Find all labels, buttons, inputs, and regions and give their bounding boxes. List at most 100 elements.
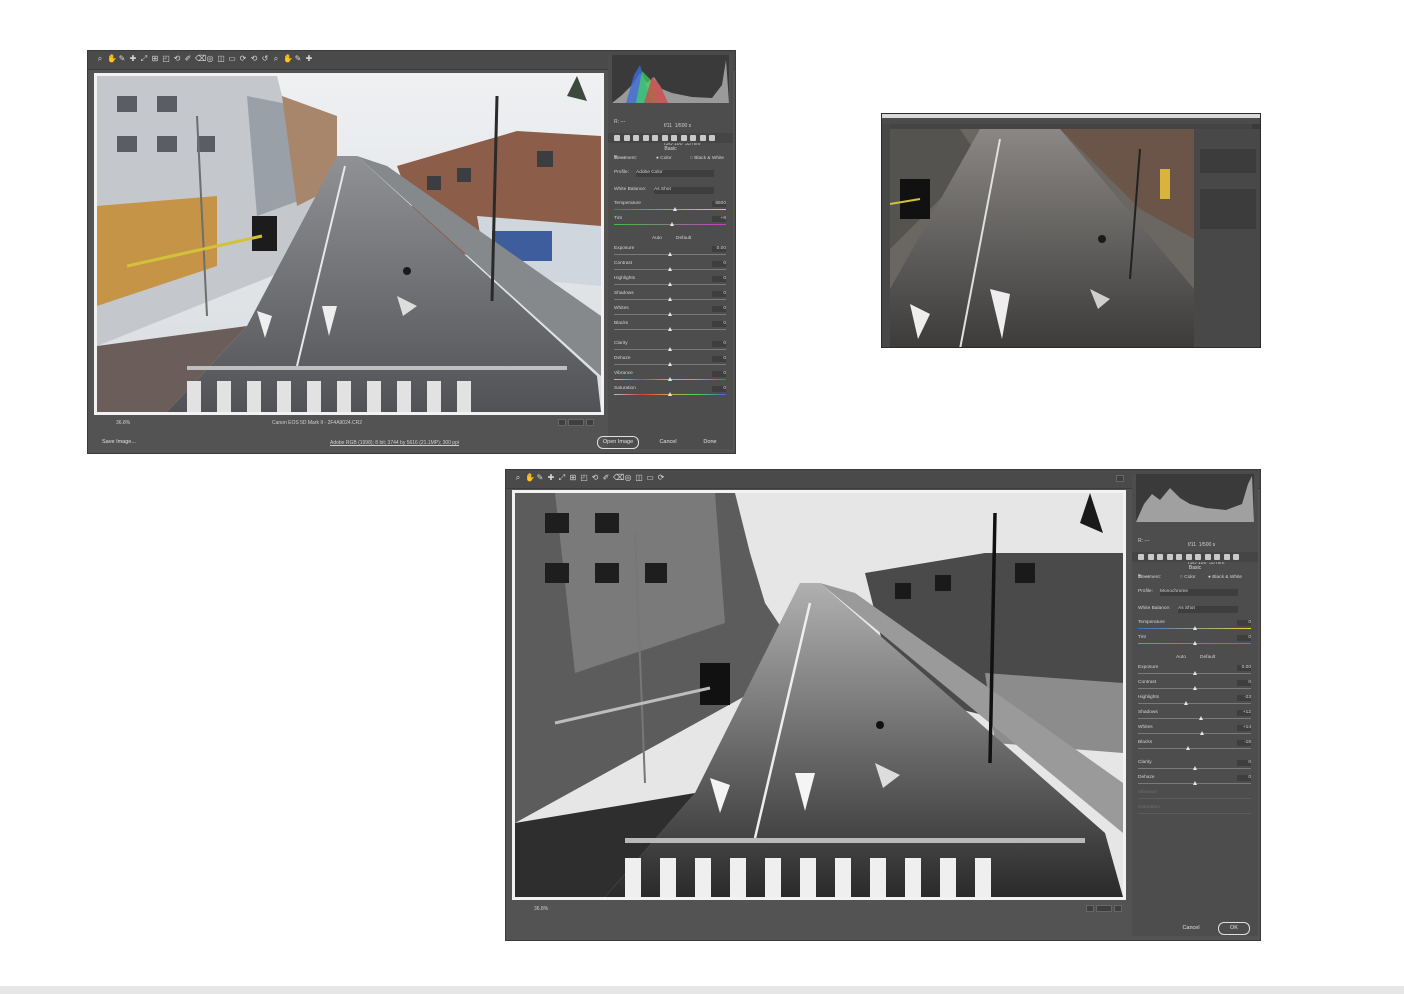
zoom-level[interactable]: 36.8%: [116, 420, 130, 426]
panel-tab-icon[interactable]: [1204, 554, 1211, 560]
view-toggle-icon[interactable]: [558, 419, 566, 426]
tool-icon[interactable]: ✚: [129, 55, 137, 63]
tool-icon[interactable]: ◫: [217, 55, 225, 63]
slider-value-field[interactable]: 0: [1237, 620, 1251, 626]
slider-handle[interactable]: [670, 222, 675, 226]
slider-handle[interactable]: [668, 362, 672, 366]
panel-tab-icon[interactable]: [709, 135, 715, 141]
tool-icon[interactable]: ✐: [602, 474, 610, 482]
slider-handle[interactable]: [1183, 701, 1188, 705]
slider-handle[interactable]: [668, 312, 672, 316]
treatment-color-radio[interactable]: ○ Color: [1180, 575, 1196, 580]
panel-tab-icon[interactable]: [1214, 554, 1220, 560]
tool-icon[interactable]: ◰: [162, 55, 170, 63]
slider-blacks[interactable]: Blacks 0: [614, 321, 726, 335]
profile-select[interactable]: Monochrome: [1160, 589, 1238, 596]
slider-shadows[interactable]: Shadows +12: [1138, 710, 1251, 724]
tool-icon[interactable]: ⌕: [514, 474, 522, 482]
tool-icon[interactable]: ↺: [261, 55, 269, 63]
tool-icon[interactable]: ⌫: [613, 474, 624, 482]
slider-contrast[interactable]: Contrast 0: [614, 261, 726, 275]
tool-icon[interactable]: ⟲: [250, 55, 258, 63]
slider-value-field[interactable]: 0: [712, 291, 726, 297]
tool-icon[interactable]: ⤢: [140, 55, 148, 63]
slider-clarity[interactable]: Clarity 0: [1138, 760, 1251, 774]
panel-tab-icon[interactable]: [680, 135, 687, 141]
white-balance-select[interactable]: As Shot: [1178, 606, 1238, 613]
compare-icon[interactable]: [568, 419, 584, 426]
auto-button[interactable]: Auto: [652, 236, 662, 241]
panel-tab-icon[interactable]: [671, 135, 677, 141]
tool-icon[interactable]: ▭: [228, 55, 236, 63]
slider-value-field[interactable]: -23: [1237, 695, 1251, 701]
slider-handle[interactable]: [1192, 766, 1197, 770]
slider-temperature[interactable]: Temperature 0: [1138, 620, 1251, 634]
slider-highlights[interactable]: Highlights 0: [614, 276, 726, 290]
profile-select[interactable]: Adobe Color: [636, 170, 714, 177]
slider-value-field[interactable]: 0: [712, 386, 726, 392]
tool-icon[interactable]: ⟲: [591, 474, 599, 482]
slider-value-field[interactable]: 0: [712, 276, 726, 282]
tool-icon[interactable]: ✎: [118, 55, 126, 63]
slider-value-field[interactable]: 0: [712, 371, 726, 377]
tool-icon[interactable]: ⌕: [272, 55, 280, 63]
tool-icon[interactable]: ⊞: [151, 55, 159, 63]
slider-value-field[interactable]: 0: [712, 321, 726, 327]
slider-vibrance[interactable]: Vibrance 0: [614, 371, 726, 385]
tool-icon[interactable]: ◰: [580, 474, 588, 482]
panel-tab-icon[interactable]: [1166, 554, 1173, 560]
panel-tab-icon[interactable]: [623, 135, 630, 141]
slider-handle[interactable]: [1185, 746, 1190, 750]
slider-handle[interactable]: [668, 377, 672, 381]
slider-track[interactable]: [1138, 748, 1251, 749]
slider-value-field[interactable]: 0.00: [712, 246, 726, 252]
slider-dehaze[interactable]: Dehaze 0: [1138, 775, 1251, 789]
slider-value-field[interactable]: +12: [1237, 710, 1251, 716]
cancel-button[interactable]: Cancel: [1178, 923, 1204, 934]
tool-icon[interactable]: ◎: [624, 474, 632, 482]
panel-tab-icon[interactable]: [699, 135, 706, 141]
settings-icon[interactable]: [586, 419, 594, 426]
slider-track[interactable]: [1138, 718, 1251, 719]
ok-button[interactable]: OK: [1218, 922, 1250, 935]
slider-handle[interactable]: [1199, 716, 1204, 720]
tool-icon[interactable]: ⤢: [558, 474, 566, 482]
slider-handle[interactable]: [673, 207, 678, 211]
slider-handle[interactable]: [1192, 686, 1197, 690]
panel-tab-icon[interactable]: [642, 135, 649, 141]
panel-tab-icon[interactable]: [1147, 554, 1154, 560]
save-image-button[interactable]: Save Image...: [102, 437, 136, 448]
tool-icon[interactable]: ▭: [646, 474, 654, 482]
slider-clarity[interactable]: Clarity 0: [614, 341, 726, 355]
panel-tab-icon[interactable]: [1157, 554, 1163, 560]
tool-icon[interactable]: ⌕: [96, 55, 104, 63]
tool-icon[interactable]: ✋: [107, 55, 117, 63]
tool-icon[interactable]: ◎: [206, 55, 214, 63]
slider-track[interactable]: [614, 209, 726, 210]
panel-tab-icon[interactable]: [614, 135, 620, 141]
tool-icon[interactable]: ✋: [525, 474, 535, 482]
panel-tab-icon[interactable]: [1138, 554, 1144, 560]
workflow-options-link[interactable]: Adobe RGB (1998); 8 bit; 3744 by 5616 (2…: [330, 440, 459, 446]
slider-temperature[interactable]: Temperature 6500: [614, 201, 726, 215]
tool-icon[interactable]: ✐: [184, 55, 192, 63]
slider-handle[interactable]: [1192, 626, 1197, 630]
treatment-bw-radio[interactable]: ● Black & White: [1208, 575, 1242, 580]
default-button[interactable]: Default: [676, 236, 691, 241]
panel-tab-icon[interactable]: [690, 135, 696, 141]
slider-value-field[interactable]: 0: [712, 341, 726, 347]
compare-icon[interactable]: [1096, 905, 1112, 912]
slider-value-field[interactable]: 0: [712, 306, 726, 312]
slider-tint[interactable]: Tint 0: [1138, 635, 1251, 649]
slider-value-field[interactable]: 0: [1237, 635, 1251, 641]
settings-icon[interactable]: [1114, 905, 1122, 912]
slider-whites[interactable]: Whites +14: [1138, 725, 1251, 739]
panel-tab-icon[interactable]: [1176, 554, 1182, 560]
slider-highlights[interactable]: Highlights -23: [1138, 695, 1251, 709]
slider-contrast[interactable]: Contrast 0: [1138, 680, 1251, 694]
view-toggle-icon[interactable]: [1086, 905, 1094, 912]
slider-handle[interactable]: [1192, 641, 1197, 645]
zoom-level[interactable]: 36.8%: [534, 906, 548, 912]
slider-handle[interactable]: [668, 327, 672, 331]
tool-icon[interactable]: ⌫: [195, 55, 206, 63]
